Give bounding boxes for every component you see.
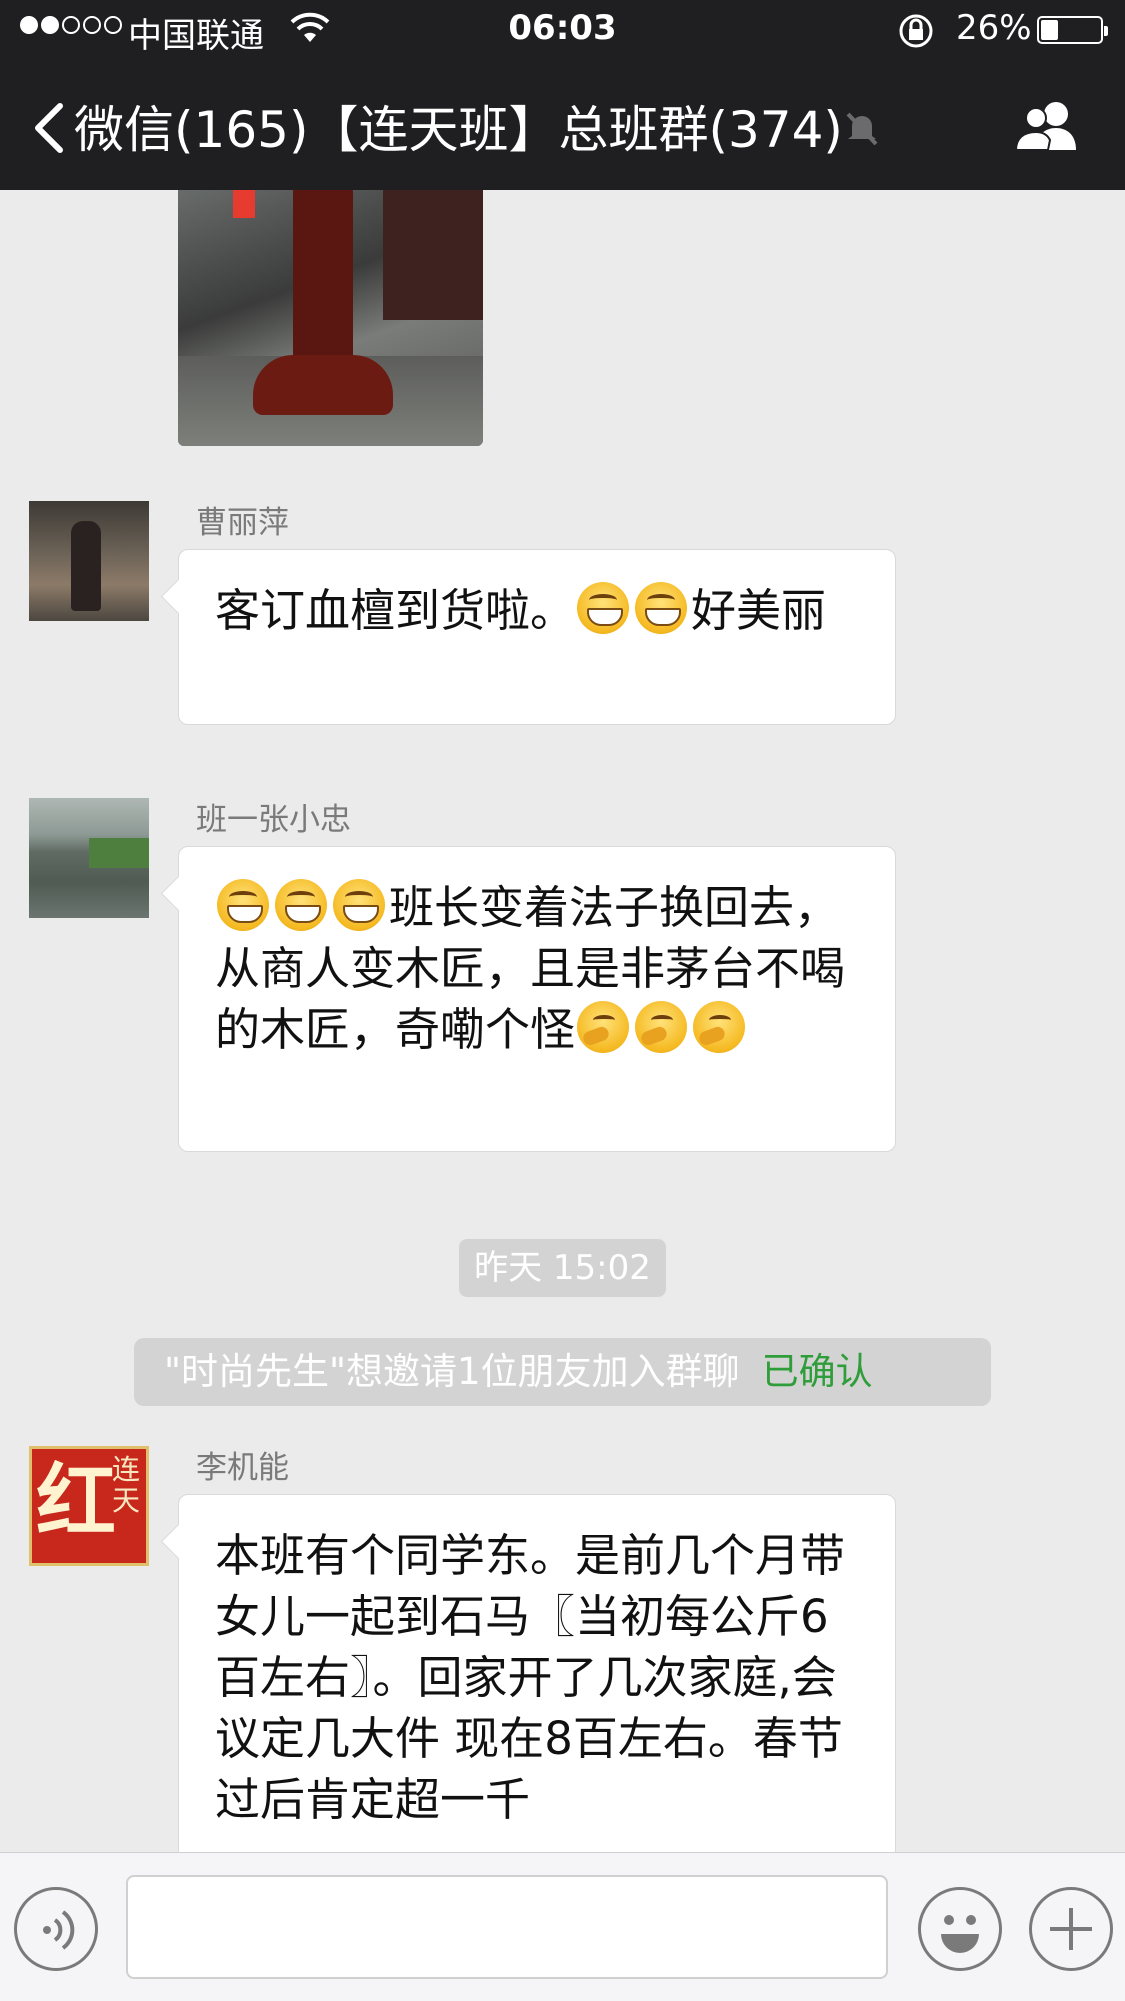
timestamp-chip: 昨天 15:02 [459, 1239, 666, 1297]
battery-percent: 26% [956, 8, 1032, 48]
back-label[interactable]: 微信(165) [74, 101, 308, 159]
system-notice: "时尚先生"想邀请1位朋友加入群聊 已确认 [134, 1338, 991, 1406]
emoji-face-icon [941, 1915, 979, 1953]
thinking-emoji-icon [635, 1001, 688, 1053]
sender-name: 班一张小忠 [196, 802, 351, 838]
sender-name: 李机能 [196, 1450, 289, 1486]
chat-header: 微信(165)【连天班】总班群(374) [0, 60, 1125, 190]
avatar-logo-text: 红 [36, 1454, 116, 1548]
system-notice-text: "时尚先生"想邀请1位朋友加入群聊 [164, 1350, 740, 1393]
status-bar: 中国联通 06:03 26% [0, 0, 1125, 60]
confirmed-link[interactable]: 已确认 [762, 1350, 873, 1393]
voice-icon [43, 1910, 75, 1950]
grin-emoji-icon [333, 879, 385, 931]
grin-emoji-icon [635, 582, 688, 634]
avatar[interactable]: 红 连天 [29, 1446, 149, 1566]
avatar[interactable] [29, 798, 149, 918]
sender-name: 曹丽萍 [196, 505, 289, 541]
rotation-lock-icon [899, 14, 933, 48]
emoji-button[interactable] [918, 1887, 1002, 1971]
message-text: 本班有个同学东。是前几个月带女儿一起到石马〖当初每公斤6百左右〗。回家开了几次家… [215, 1529, 846, 1826]
group-name: 【连天班】总班群(374) [308, 101, 843, 159]
message-text: 客订血檀到货啦。 [215, 584, 576, 637]
grin-emoji-icon [217, 879, 269, 931]
plus-icon [1050, 1908, 1092, 1950]
thinking-emoji-icon [577, 1001, 630, 1053]
image-message[interactable] [178, 190, 483, 446]
avatar-logo-subtext: 连天 [112, 1453, 141, 1517]
message-bubble[interactable]: 班长变着法子换回去，从商人变木匠，且是非茅台不喝的木匠，奇嘞个怪 [178, 846, 896, 1152]
back-chevron-icon[interactable] [22, 98, 82, 158]
message-text: 好美丽 [691, 584, 827, 637]
battery-icon [1037, 16, 1108, 44]
chat-title: 微信(165)【连天班】总班群(374) [74, 90, 843, 162]
message-bubble[interactable]: 客订血檀到货啦。 好美丽 [178, 549, 896, 725]
voice-button[interactable] [14, 1887, 98, 1971]
plus-button[interactable] [1029, 1887, 1113, 1971]
input-bar [0, 1852, 1125, 2001]
group-members-icon[interactable] [1012, 98, 1086, 154]
grin-emoji-icon [275, 879, 327, 931]
mute-bell-icon [846, 112, 878, 146]
chat-messages: 曹丽萍 客订血檀到货啦。 好美丽 班一张小忠 班长变着法子换回去，从商人变木匠，且… [0, 190, 1125, 1852]
grin-emoji-icon [577, 582, 630, 634]
avatar[interactable] [29, 501, 149, 621]
message-input[interactable] [126, 1875, 888, 1979]
message-bubble[interactable]: 本班有个同学东。是前几个月带女儿一起到石马〖当初每公斤6百左右〗。回家开了几次家… [178, 1494, 896, 1852]
thinking-emoji-icon [693, 1001, 746, 1053]
